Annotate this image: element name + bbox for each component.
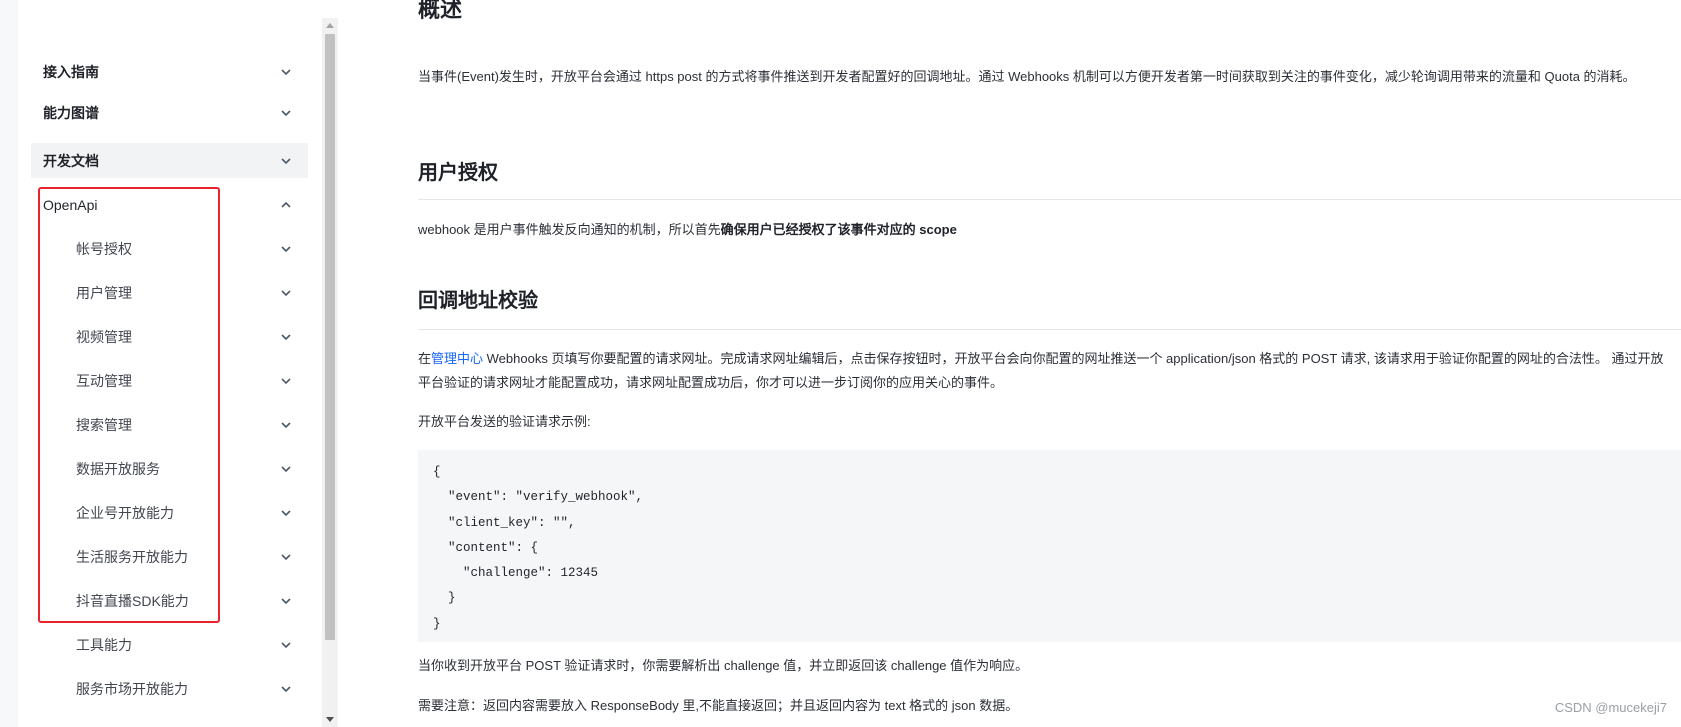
verify-text-rest: Webhooks 页填写你要配置的请求网址。完成请求网址编辑后，点击保存按钮时，… <box>418 351 1664 390</box>
verify-section-title: 回调地址校验 <box>418 290 538 312</box>
sidebar-subitem-live-sdk[interactable]: 抖音直播SDK能力 <box>31 583 308 619</box>
sidebar-subitem-label: 互动管理 <box>76 373 132 389</box>
sidebar-subitem-account-auth[interactable]: 帐号授权 <box>31 231 308 267</box>
sidebar-item-label: 能力图谱 <box>43 105 99 121</box>
challenge-paragraph: 当你收到开放平台 POST 验证请求时，你需要解析出 challenge 值，并… <box>418 658 1029 673</box>
sidebar-subitem-life-service[interactable]: 生活服务开放能力 <box>31 539 308 575</box>
chevron-down-icon <box>279 418 293 432</box>
overview-title: 概述 <box>418 0 463 22</box>
sidebar-subitem-label: 用户管理 <box>76 285 132 301</box>
code-line: "event": "verify_webhook", <box>433 490 644 505</box>
chevron-down-icon <box>279 242 293 256</box>
sidebar-subitem-tools[interactable]: 工具能力 <box>31 627 308 663</box>
sidebar-subitem-search-mgmt[interactable]: 搜索管理 <box>31 407 308 443</box>
chevron-down-icon <box>279 594 293 608</box>
chevron-down-icon <box>279 106 293 120</box>
sidebar-subitem-service-market[interactable]: 服务市场开放能力 <box>31 671 308 707</box>
auth-paragraph: webhook 是用户事件触发反向通知的机制，所以首先确保用户已经授权了该事件对… <box>418 218 1668 242</box>
auth-text: webhook 是用户事件触发反向通知的机制，所以首先 <box>418 222 721 237</box>
scroll-down-icon[interactable] <box>326 717 334 722</box>
auth-text-bold: 确保用户已经授权了该事件对应的 scope <box>720 222 957 237</box>
chevron-down-icon <box>279 550 293 564</box>
auth-section-title: 用户授权 <box>418 162 498 184</box>
code-line: { <box>433 465 441 479</box>
sidebar-subitem-user-mgmt[interactable]: 用户管理 <box>31 275 308 311</box>
chevron-down-icon <box>279 638 293 652</box>
sidebar-subitem-label: 生活服务开放能力 <box>76 549 188 565</box>
sidebar-scrollbar[interactable] <box>322 18 338 727</box>
sidebar-subitem-label: 搜索管理 <box>76 417 132 433</box>
sidebar-subitem-label: 视频管理 <box>76 329 132 345</box>
chevron-down-icon <box>279 506 293 520</box>
sidebar-subitem-interaction-mgmt[interactable]: 互动管理 <box>31 363 308 399</box>
left-gutter <box>0 0 18 727</box>
sidebar-nav: 接入指南 能力图谱 开发文档 OpenApi 帐号授权 用户管理 视频管理 互动… <box>18 0 322 727</box>
section-divider <box>418 199 1681 200</box>
sidebar-subitem-video-mgmt[interactable]: 视频管理 <box>31 319 308 355</box>
watermark: CSDN @mucekeji7 <box>1554 700 1667 715</box>
code-line: "challenge": 12345 <box>433 566 599 581</box>
chevron-down-icon <box>279 330 293 344</box>
sidebar-subitem-label: 工具能力 <box>76 637 132 653</box>
chevron-up-icon <box>279 198 293 212</box>
example-label: 开放平台发送的验证请求示例: <box>418 414 591 429</box>
note-paragraph: 需要注意：返回内容需要放入 ResponseBody 里,不能直接返回；并且返回… <box>418 698 1019 713</box>
sidebar-subitem-label: 服务市场开放能力 <box>76 681 188 697</box>
code-block: { "event": "verify_webhook", "client_key… <box>418 450 1681 642</box>
sidebar-subitem-enterprise-ability[interactable]: 企业号开放能力 <box>31 495 308 531</box>
verify-text-prefix: 在 <box>418 351 432 366</box>
chevron-down-icon <box>279 65 293 79</box>
code-line: "content": { <box>433 540 539 555</box>
chevron-down-icon <box>279 154 293 168</box>
sidebar-item-openapi[interactable]: OpenApi <box>31 187 308 223</box>
scrollbar-thumb[interactable] <box>325 34 335 640</box>
sidebar-subitem-label: 帐号授权 <box>76 241 132 257</box>
sidebar-subitem-label: 数据开放服务 <box>76 461 160 477</box>
chevron-down-icon <box>279 286 293 300</box>
management-center-link[interactable]: 管理中心 <box>431 351 483 366</box>
sidebar-item-dev-docs[interactable]: 开发文档 <box>31 143 308 178</box>
overview-paragraph: 当事件(Event)发生时，开放平台会通过 https post 的方式将事件推… <box>418 69 1636 84</box>
verify-paragraph: 在管理中心 Webhooks 页填写你要配置的请求网址。完成请求网址编辑后，点击… <box>418 347 1668 395</box>
scroll-up-icon[interactable] <box>326 23 334 28</box>
section-divider <box>418 329 1681 330</box>
chevron-down-icon <box>279 374 293 388</box>
code-line: } <box>433 591 456 606</box>
sidebar-item-capability-map[interactable]: 能力图谱 <box>31 95 308 131</box>
code-line: "client_key": "", <box>433 515 576 530</box>
chevron-down-icon <box>279 682 293 696</box>
chevron-down-icon <box>279 462 293 476</box>
sidebar-item-access-guide[interactable]: 接入指南 <box>31 54 308 90</box>
doc-content: 概述 当事件(Event)发生时，开放平台会通过 https post 的方式将… <box>418 0 1681 727</box>
sidebar-item-label: OpenApi <box>43 197 98 213</box>
sidebar-subitem-label: 企业号开放能力 <box>76 505 174 521</box>
code-line: } <box>433 616 441 631</box>
sidebar-item-label: 接入指南 <box>43 64 99 80</box>
sidebar-subitem-label: 抖音直播SDK能力 <box>76 593 189 609</box>
sidebar-item-label: 开发文档 <box>43 152 99 169</box>
sidebar-subitem-data-open-service[interactable]: 数据开放服务 <box>31 451 308 487</box>
